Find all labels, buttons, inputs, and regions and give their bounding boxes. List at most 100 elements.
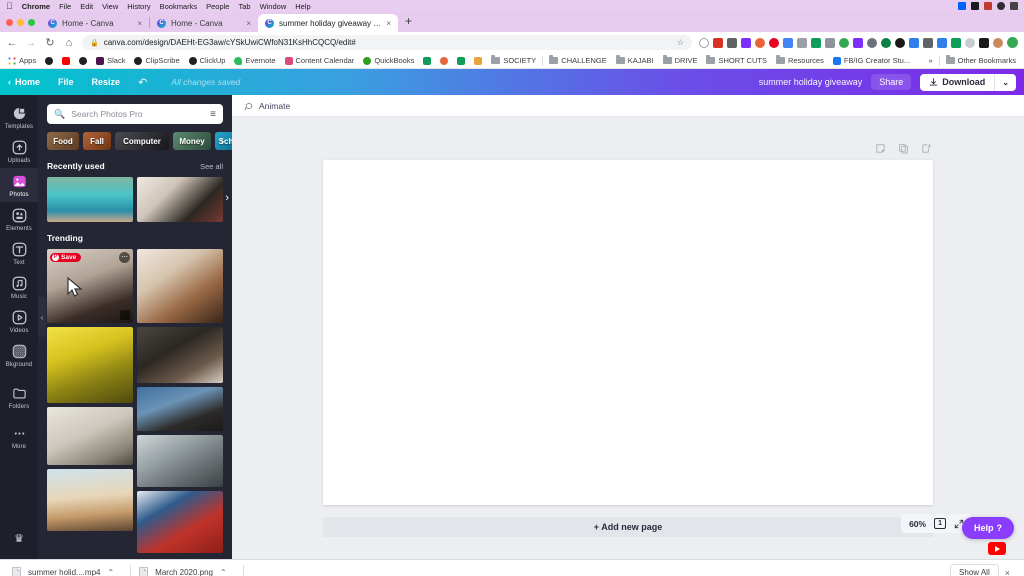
eyedropper-icon[interactable] [797,37,807,48]
bookmark-resources[interactable]: Resources [773,55,827,65]
extension-icon[interactable] [727,37,737,48]
bookmark-challenge[interactable]: CHALLENGE [546,55,609,65]
expand-icon[interactable] [120,310,130,320]
menu-tab[interactable]: Tab [238,2,250,11]
sidebar-item-background[interactable]: Bkground [0,338,38,372]
extension-icon[interactable] [699,37,709,48]
extension-icon[interactable] [881,37,891,48]
chip-computer[interactable]: Computer [115,132,169,150]
canvas-workspace[interactable]: + Add new page 60% 1 Help ? [232,117,1024,559]
extension-icon[interactable] [853,37,863,48]
bookmark-apps[interactable]: Apps [5,56,39,65]
menu-file[interactable]: File [59,2,71,11]
chevron-up-icon[interactable]: ⌃ [107,568,114,576]
extension-icon[interactable] [839,37,849,48]
collapse-panel-handle[interactable]: ‹ [38,297,46,337]
zoom-level[interactable]: 60% [909,519,926,529]
bookmark-short-cuts[interactable]: SHORT CUTS [703,55,769,65]
share-button[interactable]: Share [871,74,912,90]
sidebar-item-folders[interactable]: Folders [0,380,38,414]
chevron-right-icon[interactable]: › [216,132,228,150]
see-all-link[interactable]: See all [200,162,223,171]
profile-avatar[interactable] [1007,37,1018,48]
chevron-down-icon[interactable]: ⌄ [995,78,1016,87]
browser-tab-1[interactable]: C Home - Canva × [41,14,149,32]
forward-icon[interactable]: → [25,37,37,49]
menu-people[interactable]: People [206,2,229,11]
sidebar-item-photos[interactable]: Photos [0,168,38,202]
reload-icon[interactable]: ↻ [44,36,56,49]
bookmark-kajabi[interactable]: KAJABI [613,55,657,65]
sidebar-item-more[interactable]: More [0,420,38,454]
bookmark-slack[interactable]: Slack [93,56,128,65]
download-item-2[interactable]: March 2020.png ⌃ [135,560,239,576]
search-photos-bar[interactable]: 🔍 ≡ [47,104,223,124]
extension-icon[interactable] [951,37,961,48]
menu-view[interactable]: View [102,2,118,11]
extension-icon[interactable] [713,37,723,48]
help-button[interactable]: Help ? [961,517,1014,539]
bookmark-item[interactable] [437,56,451,65]
menu-history[interactable]: History [127,2,150,11]
resize-button[interactable]: Resize [92,77,121,87]
extension-icon[interactable] [741,37,751,48]
bookmark-item[interactable] [420,56,434,65]
menu-window[interactable]: Window [260,2,287,11]
search-icon[interactable] [997,2,1005,10]
trending-photo-6[interactable] [137,387,223,431]
more-options-icon[interactable]: ⋯ [119,252,130,263]
menu-edit[interactable]: Edit [80,2,93,11]
wifi-icon[interactable] [984,2,992,10]
menu-bookmarks[interactable]: Bookmarks [160,2,198,11]
bookmark-fb-ig-creator[interactable]: FB/IG Creator Stu... [830,56,913,65]
bookmark-quickbooks[interactable]: QuickBooks [360,56,417,65]
download-button[interactable]: Download ⌄ [920,73,1016,91]
close-shelf-icon[interactable]: × [999,568,1016,576]
pinterest-save-badge[interactable]: P Save [50,253,82,262]
maximize-window-button[interactable] [28,18,35,26]
camera-icon[interactable] [825,37,835,48]
bookmark-evernote[interactable]: Evernote [231,56,278,65]
file-menu-button[interactable]: File [58,77,74,87]
sidebar-item-uploads[interactable]: Uploads [0,134,38,168]
trending-photo-1[interactable]: P Save ⋯ [47,249,133,323]
control-center-icon[interactable] [1010,2,1018,10]
bookmark-item[interactable] [471,56,485,65]
menu-chrome[interactable]: Chrome [22,2,50,11]
browser-tab-2[interactable]: C Home - Canva × [150,14,258,32]
extension-icon[interactable] [965,37,975,48]
sidebar-item-templates[interactable]: Templates [0,100,38,134]
chip-food[interactable]: Food [47,132,79,150]
browser-tab-3[interactable]: C summer holiday giveaway - 19 × [258,14,398,32]
bookmark-item[interactable] [59,56,73,65]
puzzle-icon[interactable] [979,37,989,48]
bookmark-content-calendar[interactable]: Content Calendar [282,56,358,65]
address-bar[interactable]: 🔒 canva.com/design/DAEHt-EG3aw/cYSkUwiCW… [82,35,692,50]
design-page-1[interactable] [323,160,933,505]
chevron-up-icon[interactable]: ⌃ [220,568,227,576]
youtube-recorder-icon[interactable] [988,542,1006,555]
sidebar-item-elements[interactable]: Elements [0,202,38,236]
add-new-page-button[interactable]: + Add new page [323,517,933,537]
back-icon[interactable]: ← [6,37,18,49]
bookmark-other-bookmarks[interactable]: Other Bookmarks [943,55,1019,65]
extension-icon[interactable] [909,37,919,48]
trending-photo-7[interactable] [137,435,223,487]
recent-photo-2[interactable] [137,177,223,222]
show-all-downloads-button[interactable]: Show All [950,564,999,576]
home-icon[interactable]: ⌂ [63,37,75,49]
trending-photo-3[interactable] [47,327,133,403]
extension-icon[interactable] [755,37,765,48]
close-icon[interactable]: × [386,19,391,28]
bookmark-clipscribe[interactable]: ClipScribe [131,56,182,65]
trending-photo-8[interactable] [47,469,133,531]
sliders-icon[interactable]: ≡ [210,109,216,120]
extension-icon[interactable] [993,37,1003,48]
scissors-icon[interactable] [923,37,933,48]
trending-photo-5[interactable] [47,407,133,465]
chip-fall[interactable]: Fall [83,132,111,150]
close-icon[interactable]: × [246,19,251,28]
trending-photo-2[interactable] [137,249,223,323]
crown-icon[interactable]: ♛ [14,532,24,545]
bookmark-item[interactable] [42,56,56,65]
